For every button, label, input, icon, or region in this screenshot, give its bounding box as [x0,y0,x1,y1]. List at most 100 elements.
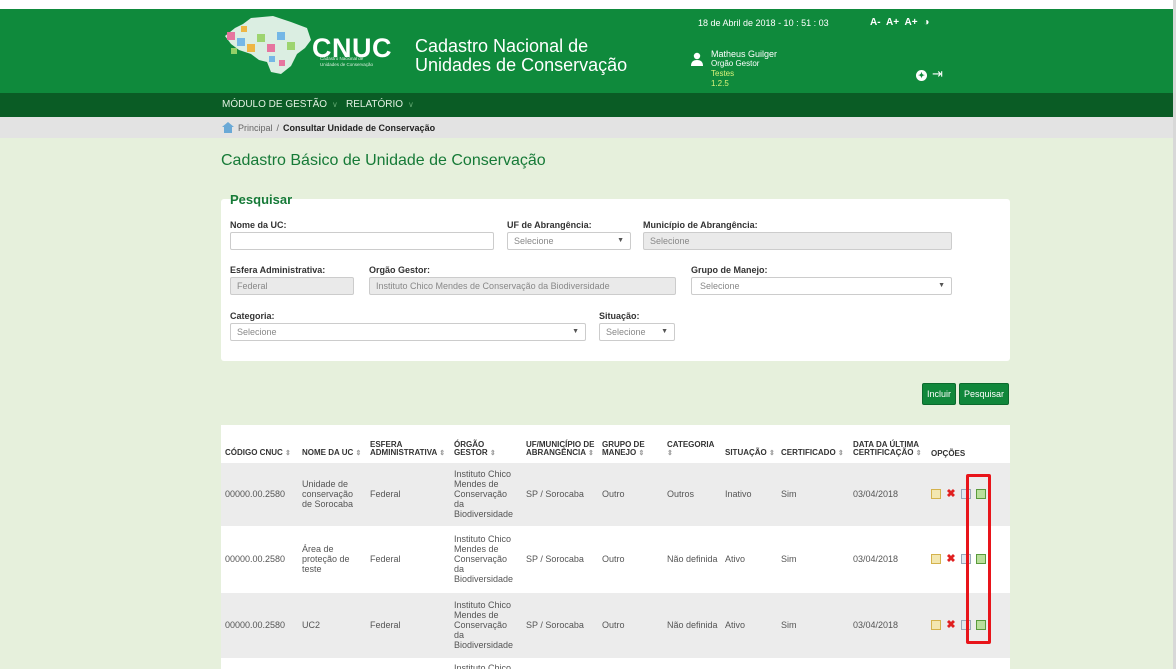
col-data-label: DATA DA ÚLTIMA CERTIFICAÇÃO [853,439,919,457]
col-situacao-label: SITUAÇÃO [725,447,767,457]
cell-grupo: Outro [598,525,663,592]
font-tools: A- A+ A+ ◑ [870,17,932,28]
situacao-label: Situação: [599,311,640,321]
municipio-select[interactable]: Selecione [643,232,952,250]
nav-modulo-gestao[interactable]: MÓDULO DE GESTÃO ∨ [222,99,338,110]
cell-situacao: Ativo [721,591,777,658]
font-default-button[interactable]: A+ [886,17,899,28]
categoria-select[interactable]: Selecione ▼ [230,323,586,341]
municipio-label: Município de Abrangência: [643,220,758,230]
sort-icon: ⇕ [667,449,673,457]
situacao-select[interactable]: Selecione ▼ [599,323,675,341]
main-nav: MÓDULO DE GESTÃO ∨ RELATÓRIO ∨ [0,93,1176,117]
table-row[interactable]: 00000.00.2580 Unidade de conservação de … [221,461,1010,526]
grupo-select[interactable]: Selecione ▼ [691,277,952,295]
contrast-icon[interactable]: ◑ [923,17,929,28]
cell-esfera: Federal [366,525,450,592]
grupo-label: Grupo de Manejo: [691,265,768,275]
sort-icon: ⇕ [769,449,775,457]
breadcrumb-home-link[interactable]: Principal [238,123,273,133]
edit-icon[interactable] [931,489,941,500]
highlight-box [966,474,991,644]
col-orgao[interactable]: ÓRGÃO GESTOR ⇕ [450,425,522,462]
uf-label: UF de Abrangência: [507,220,592,230]
nome-uc-label: Nome da UC: [230,220,287,230]
breadcrumb-current: Consultar Unidade de Conservação [283,123,436,133]
cell-categoria: Não definida [663,591,721,658]
esfera-label: Esfera Administrativa: [230,265,326,275]
font-increase-button[interactable]: A+ [904,17,917,28]
logout-icon[interactable]: ⇥ [932,66,943,82]
col-categoria-label: CATEGORIA [667,439,715,449]
col-uf-label: UF/MUNICÍPIO DE ABRANGÊNCIA [526,439,595,457]
table-header-row: CÓDIGO CNUC ⇕ NOME DA UC ⇕ ESFERA ADMINI… [221,425,1010,462]
delete-icon[interactable]: ✖ [946,620,956,631]
col-situacao[interactable]: SITUAÇÃO ⇕ [721,425,777,462]
sort-icon: ⇕ [587,449,594,457]
nav-relatorio-label: RELATÓRIO [346,99,404,110]
delete-icon[interactable]: ✖ [946,554,956,565]
col-nome[interactable]: NOME DA UC ⇕ [298,425,366,462]
cell-data: 03/04/2018 [849,591,927,658]
col-grupo[interactable]: GRUPO DE MANEJO ⇕ [598,425,663,462]
cell-data: 03/04/2018 [849,461,927,526]
font-decrease-button[interactable]: A- [870,17,881,28]
cell-data: 03/04/2018 [849,525,927,592]
breadcrumb-bar [0,117,1176,138]
incluir-button[interactable]: Incluir [922,383,956,405]
chevron-down-icon: ▼ [661,328,668,335]
nome-uc-input[interactable] [230,232,494,250]
brazil-map-logo [225,16,311,74]
cell-uf [522,657,598,669]
col-certificado[interactable]: CERTIFICADO ⇕ [777,425,849,462]
cell-nome: UC2 [298,591,366,658]
cell-esfera [366,657,450,669]
cell-situacao [721,657,777,669]
col-opcoes: OPÇÕES [927,425,1010,462]
orgao-field[interactable]: Instituto Chico Mendes de Conservação da… [369,277,676,295]
cell-certificado: Sim [777,591,849,658]
delete-icon[interactable]: ✖ [946,489,956,500]
esfera-field[interactable]: Federal [230,277,354,295]
edit-icon[interactable] [931,554,941,565]
cell-situacao: Ativo [721,525,777,592]
cell-codigo: 00000.00.2580 [221,525,298,592]
home-icon[interactable] [222,122,234,133]
col-uf[interactable]: UF/MUNICÍPIO DE ABRANGÊNCIA ⇕ [522,425,598,462]
sort-icon: ⇕ [837,449,844,457]
table-row[interactable]: Instituto Chico [221,657,1010,669]
col-categoria[interactable]: CATEGORIA ⇕ [663,425,721,462]
user-icon [691,52,703,66]
cell-esfera: Federal [366,461,450,526]
chevron-down-icon: ▼ [572,328,579,335]
sort-icon: ⇕ [439,449,446,457]
cell-uf: SP / Sorocaba [522,461,598,526]
col-esfera[interactable]: ESFERA ADMINISTRATIVA ⇕ [366,425,450,462]
col-codigo-label: CÓDIGO CNUC [225,447,283,457]
results-table: CÓDIGO CNUC ⇕ NOME DA UC ⇕ ESFERA ADMINI… [221,425,1010,669]
table-row[interactable]: 00000.00.2580 Área de proteção de teste … [221,525,1010,592]
edit-icon[interactable] [931,620,941,631]
col-certificado-label: CERTIFICADO [781,447,836,457]
uf-select-value: Selecione [514,236,554,246]
settings-icon[interactable]: ✦ [916,70,927,81]
chevron-down-icon: ∨ [408,100,414,109]
cell-orgao: Instituto Chico Mendes de Conservação da… [450,525,522,592]
cell-grupo [598,657,663,669]
categoria-label: Categoria: [230,311,275,321]
uf-select[interactable]: Selecione ▼ [507,232,631,250]
breadcrumb: Principal / Consultar Unidade de Conservaç… [238,123,435,133]
col-codigo[interactable]: CÓDIGO CNUC ⇕ [221,425,298,462]
col-orgao-label: ÓRGÃO GESTOR [454,439,488,457]
cell-esfera: Federal [366,591,450,658]
table-row[interactable]: 00000.00.2580 UC2 Federal Instituto Chic… [221,591,1010,658]
col-data[interactable]: DATA DA ÚLTIMA CERTIFICAÇÃO ⇕ [849,425,927,462]
cell-opcoes [927,657,1010,669]
logo-subtitle: Cadastro Nacional de Unidades de Conserv… [320,56,374,67]
search-legend: Pesquisar [230,192,293,207]
col-nome-label: NOME DA UC [302,447,354,457]
cell-data [849,657,927,669]
pesquisar-button[interactable]: Pesquisar [959,383,1009,405]
categoria-select-value: Selecione [237,327,277,337]
nav-relatorio[interactable]: RELATÓRIO ∨ [346,99,414,110]
